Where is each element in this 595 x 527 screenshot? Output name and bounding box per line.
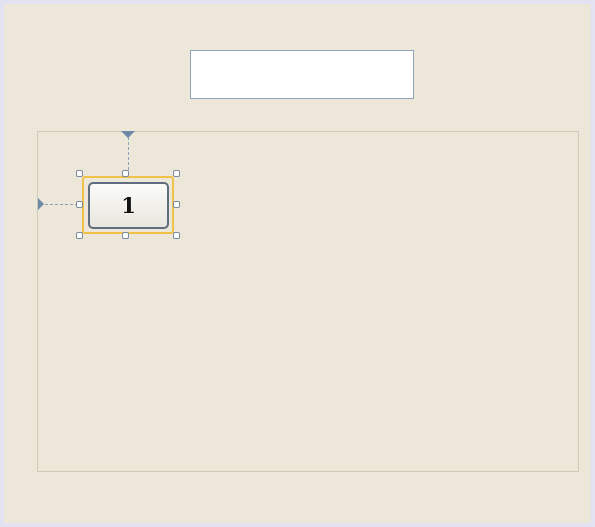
button-one[interactable]: 1 (88, 182, 169, 229)
resize-handle-bottom-left[interactable] (76, 232, 83, 239)
resize-handle-top-left[interactable] (76, 170, 83, 177)
design-surface: 1 (0, 0, 595, 527)
resize-handle-bottom-center[interactable] (122, 232, 129, 239)
horizontal-snapline (40, 204, 78, 205)
resize-handle-middle-left[interactable] (76, 201, 83, 208)
left-anchor-icon (38, 198, 44, 210)
resize-handle-top-center[interactable] (122, 170, 129, 177)
resize-handle-middle-right[interactable] (173, 201, 180, 208)
resize-handle-top-right[interactable] (173, 170, 180, 177)
text-input[interactable] (190, 50, 414, 99)
resize-handle-bottom-right[interactable] (173, 232, 180, 239)
top-anchor-icon (121, 131, 135, 138)
